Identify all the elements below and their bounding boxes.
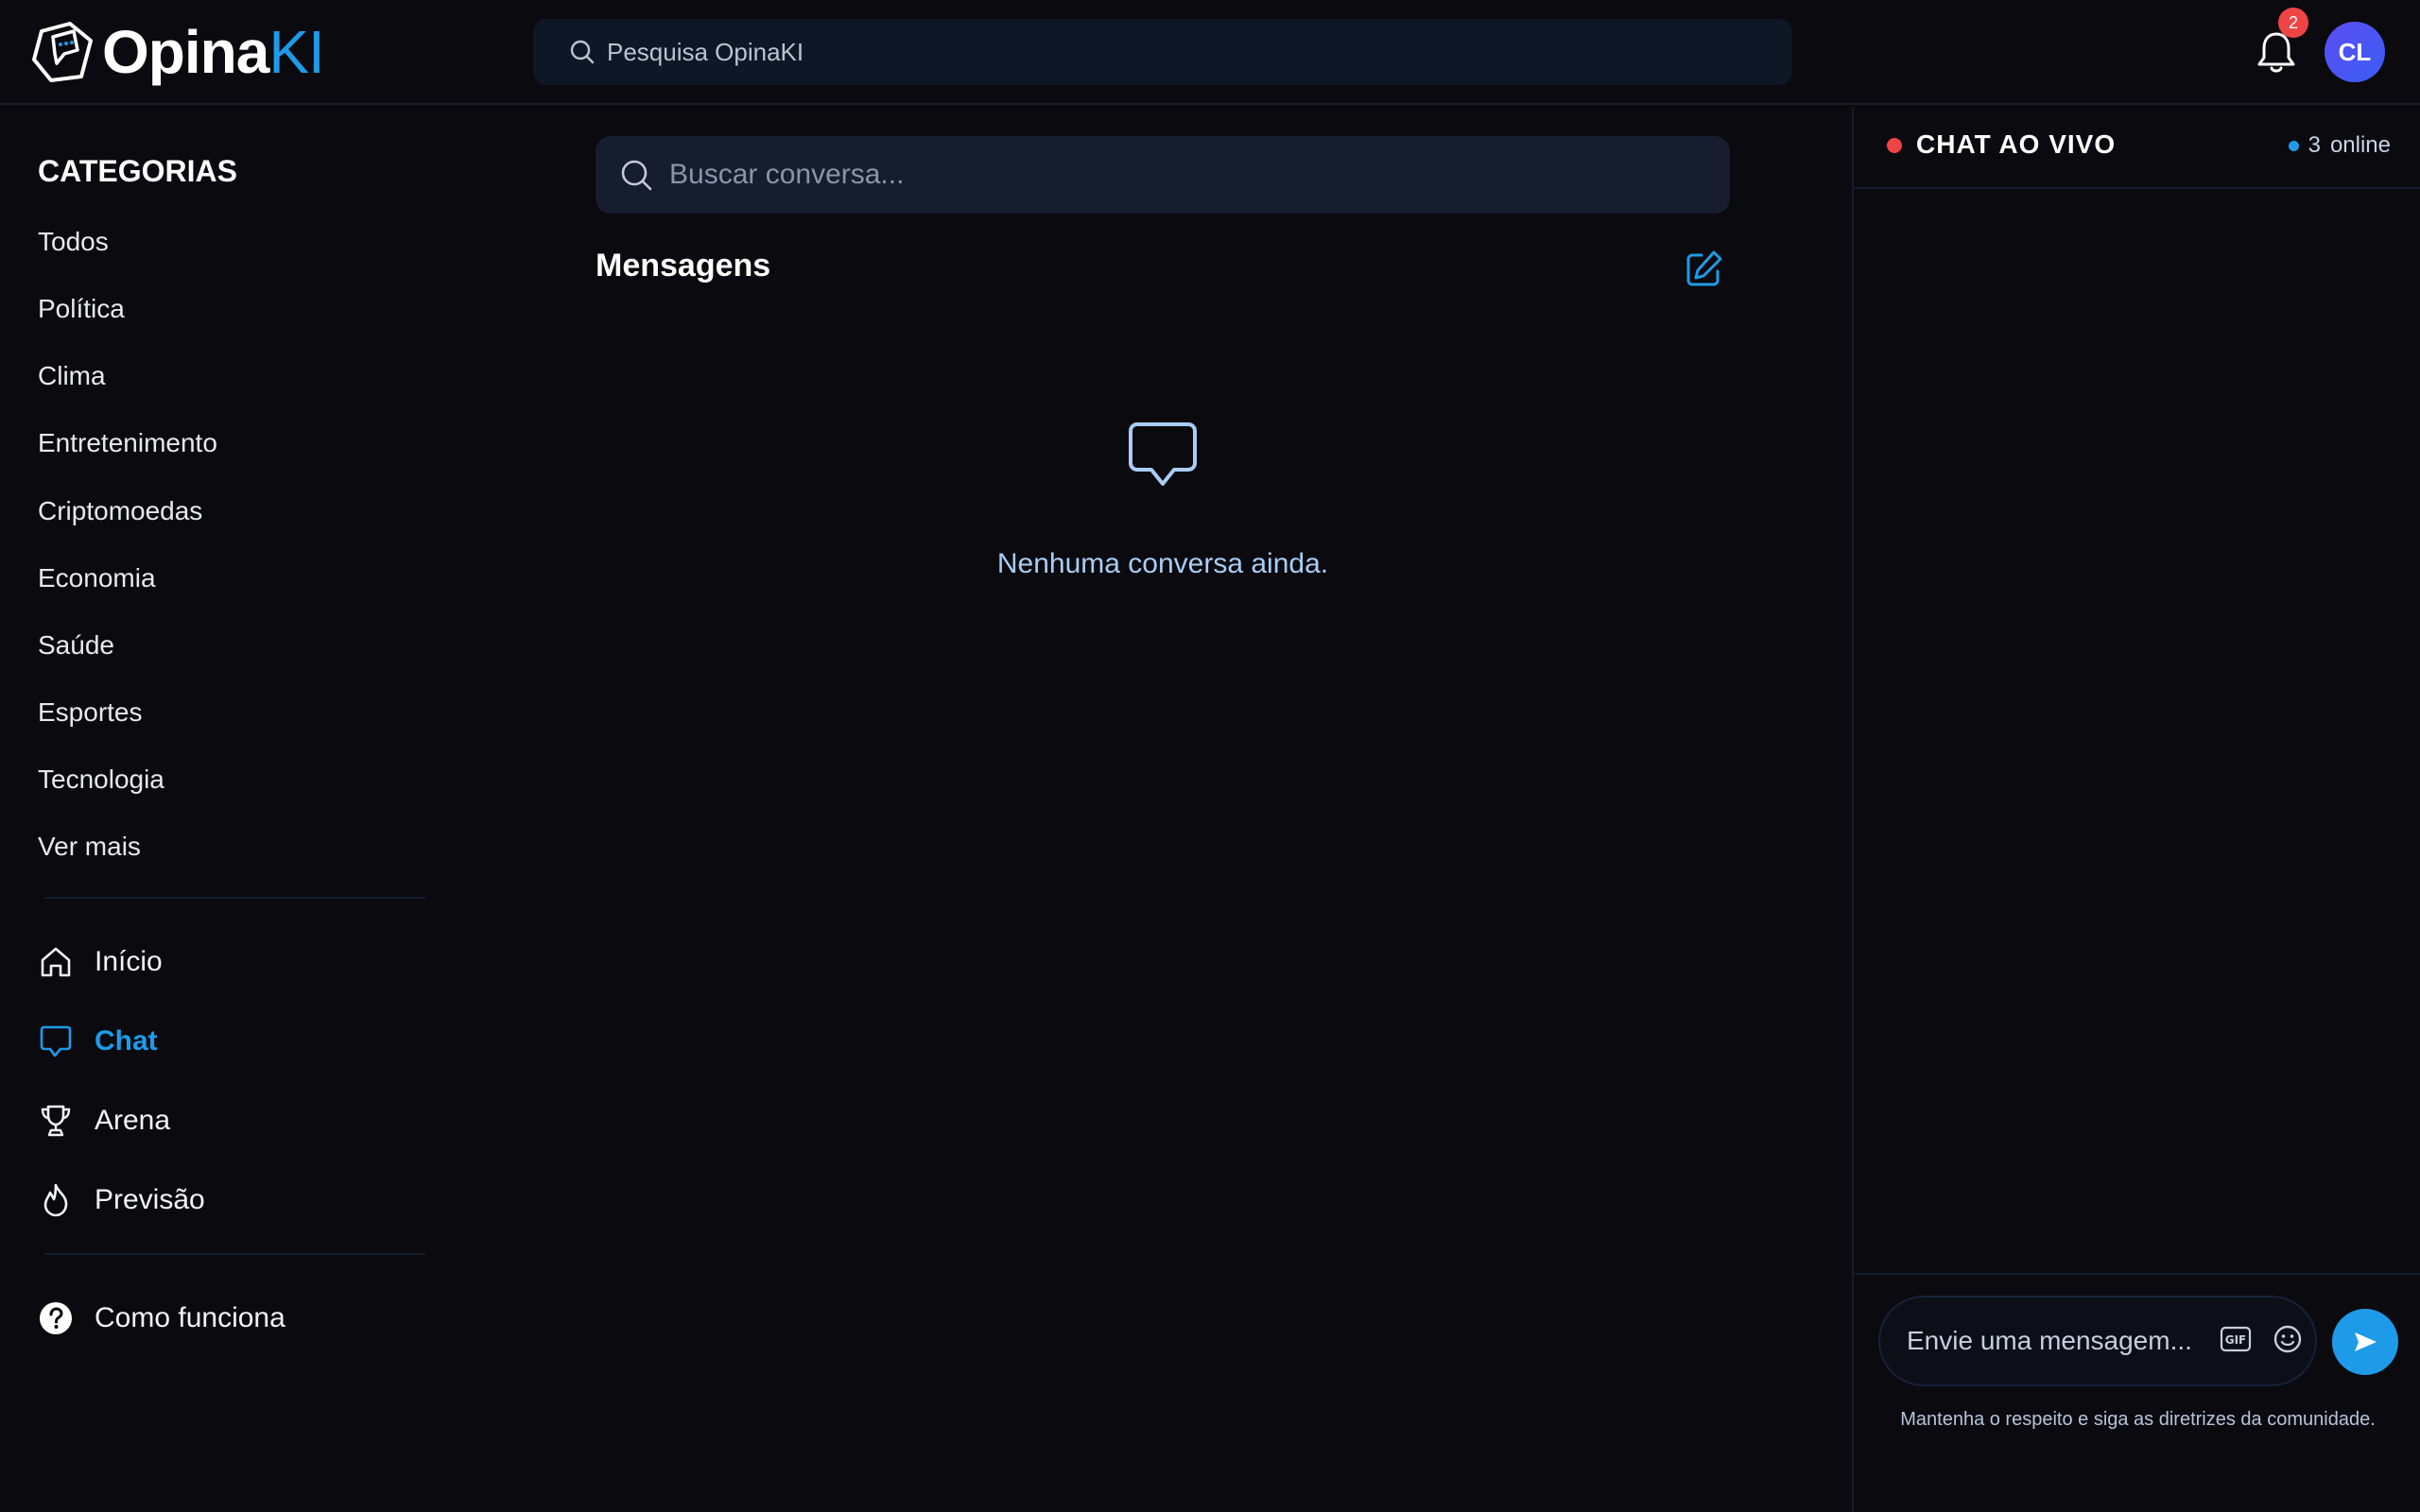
search-icon [570,40,595,64]
left-sidebar: CATEGORIAS Todos Política Clima Entreten… [0,107,435,1512]
chat-composer: GIF Mantenha o respeito e siga as diretr… [1854,1273,2420,1512]
community-guidelines-text: Mantenha o respeito e siga as diretrizes… [1900,1409,2376,1430]
new-message-button[interactable] [1683,249,1724,290]
nav-item-label: Chat [95,1025,158,1057]
category-economia[interactable]: Economia [38,555,156,602]
nav-item-previsao[interactable]: Previsão [38,1174,205,1227]
emoji-icon [2273,1325,2302,1353]
conversation-search-input[interactable] [669,159,1709,191]
nav-item-chat[interactable]: Chat [38,1015,158,1068]
search-icon [621,160,652,191]
nav-item-label: Previsão [95,1184,205,1215]
trophy-icon [41,1105,71,1137]
compose-icon [1686,250,1722,286]
message-input-wrapper[interactable]: GIF [1878,1296,2317,1386]
sidebar-divider [44,1253,425,1255]
online-dot [2288,140,2299,151]
category-ver-mais[interactable]: Ver mais [38,823,141,870]
category-entretenimento[interactable]: Entretenimento [38,420,217,467]
live-indicator [1887,138,1902,153]
emoji-button[interactable] [2271,1322,2305,1356]
send-button[interactable] [2332,1309,2398,1375]
category-clima[interactable]: Clima [38,352,106,400]
global-search-input[interactable] [607,37,1741,67]
nav-item-label: Arena [95,1105,171,1136]
global-search-bar[interactable] [533,19,1792,85]
live-chat-header: CHAT AO VIVO 3 online [1854,107,2420,189]
logo-text: OpinaKI [102,22,325,82]
gif-icon: GIF [2220,1326,2252,1352]
help-icon [40,1302,72,1334]
category-esportes[interactable]: Esportes [38,689,143,736]
nav-item-inicio[interactable]: Início [38,936,163,988]
flame-icon [43,1183,68,1217]
sidebar-divider [44,897,425,899]
live-chat-title: CHAT AO VIVO [1916,129,2117,159]
category-saude[interactable]: Saúde [38,622,114,669]
messages-title: Mensagens [596,248,771,284]
category-todos[interactable]: Todos [38,218,109,266]
category-politica[interactable]: Política [38,285,125,333]
nav-item-label: Início [95,946,163,977]
online-count: 3 [2308,132,2321,158]
user-avatar[interactable]: CL [2325,22,2385,82]
send-icon [2355,1332,2377,1351]
online-label: online [2329,132,2391,158]
category-tecnologia[interactable]: Tecnologia [38,756,164,803]
logo[interactable]: OpinaKI [28,13,325,91]
empty-chat-icon [1125,421,1201,490]
conversation-search-bar[interactable] [596,136,1730,214]
top-header: OpinaKI 2 CL [0,0,2420,105]
svg-text:GIF: GIF [2225,1333,2247,1347]
chat-icon [40,1025,72,1057]
logo-icon [32,22,93,82]
logo-text-main: Opina [102,18,269,86]
categories-title: CATEGORIAS [38,154,237,188]
online-status: 3 online [2288,132,2391,159]
home-icon [41,947,71,977]
category-criptomoedas[interactable]: Criptomoedas [38,488,202,535]
nav-item-como-funciona[interactable]: Como funciona [38,1292,285,1345]
notification-count-badge: 2 [2278,8,2308,38]
gif-button[interactable]: GIF [2219,1322,2253,1356]
empty-state-text: Nenhuma conversa ainda. [996,548,1329,579]
live-chat-panel: CHAT AO VIVO 3 online GIF [1852,107,2420,1512]
logo-text-accent: KI [268,18,324,86]
message-input[interactable] [1907,1326,2200,1356]
nav-item-arena[interactable]: Arena [38,1094,170,1147]
nav-item-label: Como funciona [95,1302,285,1333]
